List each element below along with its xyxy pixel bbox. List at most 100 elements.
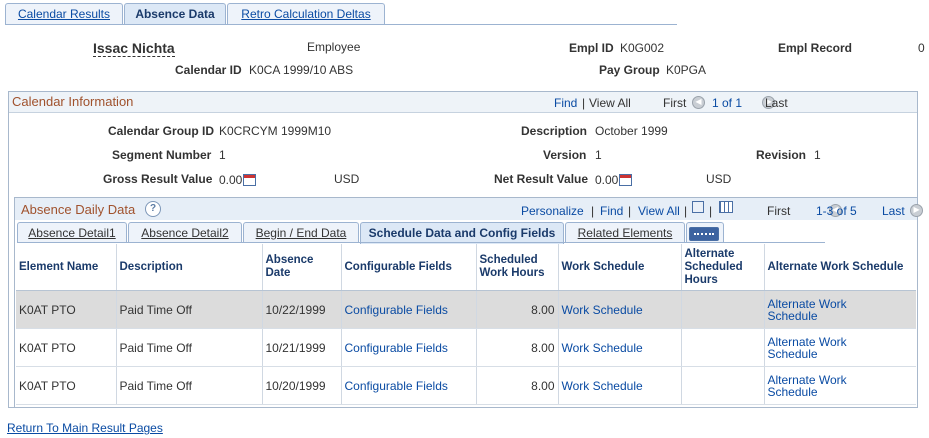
gross-currency: USD <box>334 172 360 186</box>
subtab-label: Related Elements <box>577 226 673 240</box>
cell-absence-date: 10/21/1999 <box>262 328 342 367</box>
alternate-work-schedule-link[interactable]: Alternate Work Schedule <box>768 298 914 322</box>
grid-separator: | <box>709 204 713 218</box>
employee-label: Employee <box>307 40 361 54</box>
tab-calendar-results[interactable]: Calendar Results <box>5 3 123 24</box>
cell-absence-date: 10/20/1999 <box>262 366 342 405</box>
header-text: Work Hours <box>479 267 545 279</box>
grid-separator: | <box>684 204 688 218</box>
calendar-id-value: K0CA 1999/10 ABS <box>249 63 354 77</box>
subtab-schedule-data[interactable]: Schedule Data and Config Fields <box>360 222 564 244</box>
link-line: Alternate Work <box>767 296 847 311</box>
cell-element-name: K0AT PTO <box>16 290 117 329</box>
cell-scheduled-hours: 8.00 <box>476 328 559 367</box>
net-currency: USD <box>706 172 732 186</box>
cell-work-schedule: Work Schedule <box>558 366 682 405</box>
header-text: Alternate Work Schedule <box>767 260 904 273</box>
calendar-last-label[interactable]: Last <box>765 96 788 110</box>
help-icon[interactable]: ? <box>145 201 161 217</box>
header-text: Scheduled <box>684 260 743 273</box>
subtab-label: Absence Detail1 <box>28 226 116 240</box>
cell-description: Paid Time Off <box>116 328 263 367</box>
previous-arrow-icon[interactable]: ◀ <box>692 96 705 110</box>
subtab-related-elements[interactable]: Related Elements <box>565 222 685 243</box>
cell-alternate-work-schedule: Alternate Work Schedule <box>764 366 916 405</box>
description-value: October 1999 <box>595 124 668 138</box>
subtab-absence-detail1[interactable]: Absence Detail1 <box>17 222 127 243</box>
header-text: Element Name <box>19 260 99 273</box>
grid-range: 1-3 of 5 <box>816 204 857 218</box>
tab-retro-calculation-deltas[interactable]: Retro Calculation Deltas <box>227 3 385 24</box>
cell-configurable-fields: Configurable Fields <box>341 290 477 329</box>
work-schedule-link[interactable]: Work Schedule <box>562 379 643 393</box>
calendar-id-label: Calendar ID <box>175 63 242 77</box>
column-header-alternate-scheduled-hours[interactable]: Alternate Scheduled Hours <box>681 244 765 291</box>
header-text: Configurable Fields <box>344 260 452 273</box>
calendar-information-title: Calendar Information <box>12 94 134 109</box>
grid-title: Absence Daily Data <box>21 202 136 217</box>
alternate-work-schedule-link[interactable]: Alternate Work Schedule <box>768 374 914 398</box>
column-header-work-schedule[interactable]: Work Schedule <box>558 244 682 291</box>
next-arrow-icon[interactable]: ▶ <box>910 204 924 218</box>
alternate-work-schedule-link[interactable]: Alternate Work Schedule <box>768 336 914 360</box>
calendar-find-link[interactable]: Find <box>554 96 577 110</box>
grid-last-link[interactable]: Last <box>882 204 905 218</box>
link-line: Schedule <box>767 346 818 361</box>
configurable-fields-link[interactable]: Configurable Fields <box>345 303 448 317</box>
header-text: Date <box>265 267 291 279</box>
pay-group-label: Pay Group <box>599 63 660 77</box>
cell-work-schedule: Work Schedule <box>558 328 682 367</box>
employee-name: Issac Nichta <box>93 40 175 57</box>
configurable-fields-link[interactable]: Configurable Fields <box>345 341 448 355</box>
subtab-label: Begin / End Data <box>255 226 347 240</box>
column-header-absence-date[interactable]: Absence Date <box>262 244 342 291</box>
grid-find-link[interactable]: Find <box>600 204 623 218</box>
column-header-alternate-work-schedule[interactable]: Alternate Work Schedule <box>764 244 916 291</box>
cell-configurable-fields: Configurable Fields <box>341 328 477 367</box>
grid-view-all-link[interactable]: View All <box>638 204 680 218</box>
tab-absence-data[interactable]: Absence Data <box>124 3 226 25</box>
subtab-label: Schedule Data and Config Fields <box>368 226 556 240</box>
tab-divider <box>5 24 677 25</box>
cell-scheduled-hours: 8.00 <box>476 366 559 405</box>
calendar-first-label[interactable]: First <box>663 96 686 110</box>
column-header-element-name[interactable]: Element Name <box>16 244 117 291</box>
subtab-begin-end-data[interactable]: Begin / End Data <box>243 222 359 243</box>
column-header-description[interactable]: Description <box>116 244 263 291</box>
version-value: 1 <box>595 148 602 162</box>
subtab-absence-detail2[interactable]: Absence Detail2 <box>128 222 242 243</box>
link-line: Alternate Work <box>767 334 847 349</box>
gross-value-text: 0.00 <box>219 173 243 187</box>
download-grid-icon[interactable] <box>719 201 733 213</box>
cell-alternate-work-schedule: Alternate Work Schedule <box>764 290 916 329</box>
header-text: Absence <box>265 254 314 266</box>
grid-first-label[interactable]: First <box>767 204 790 218</box>
column-header-scheduled-work-hours[interactable]: Scheduled Work Hours <box>476 244 559 291</box>
calculator-icon[interactable] <box>243 173 257 186</box>
cell-alternate-work-schedule: Alternate Work Schedule <box>764 328 916 367</box>
work-schedule-link[interactable]: Work Schedule <box>562 341 643 355</box>
calendar-view-all-label[interactable]: View All <box>589 96 631 110</box>
gross-result-value: 0.00 <box>219 173 257 187</box>
table-header-row: Element Name Description Absence Date Con… <box>16 244 916 291</box>
show-all-columns-icon[interactable] <box>689 227 719 241</box>
calculator-icon[interactable] <box>619 173 633 186</box>
new-window-icon[interactable] <box>692 201 704 213</box>
table-row: K0AT PTO Paid Time Off 10/21/1999 Config… <box>16 328 916 367</box>
grid-separator: | <box>628 204 632 218</box>
grid-separator: | <box>591 204 595 218</box>
header-text: Work Schedule <box>561 260 645 273</box>
calendar-group-id-label: Calendar Group ID <box>108 124 215 138</box>
return-to-main-link[interactable]: Return To Main Result Pages <box>7 421 163 435</box>
configurable-fields-link[interactable]: Configurable Fields <box>345 379 448 393</box>
column-header-configurable-fields[interactable]: Configurable Fields <box>341 244 477 291</box>
cell-work-schedule: Work Schedule <box>558 290 682 329</box>
work-schedule-link[interactable]: Work Schedule <box>562 303 643 317</box>
pay-group-value: K0PGA <box>666 63 707 77</box>
cell-alternate-hours <box>681 366 765 405</box>
net-result-value: 0.00 <box>595 173 633 187</box>
personalize-link[interactable]: Personalize <box>521 204 584 218</box>
link-line: Schedule <box>767 384 818 399</box>
description-label: Description <box>521 124 588 138</box>
revision-label: Revision <box>756 148 807 162</box>
